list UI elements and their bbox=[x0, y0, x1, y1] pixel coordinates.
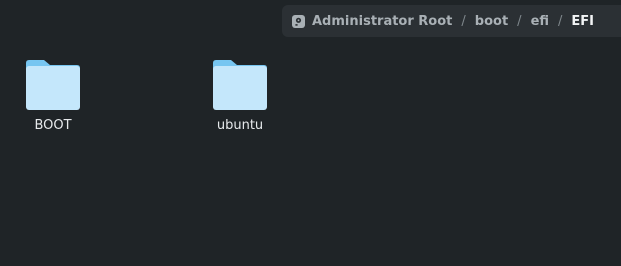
breadcrumb-item-efi[interactable]: efi bbox=[531, 14, 549, 29]
file-name: ubuntu bbox=[216, 118, 264, 133]
file-item-ubuntu[interactable]: ubuntu bbox=[190, 59, 290, 133]
file-name: BOOT bbox=[34, 118, 72, 133]
breadcrumb-item-EFI-current[interactable]: EFI bbox=[571, 14, 594, 29]
breadcrumb-item-boot[interactable]: boot bbox=[475, 14, 508, 29]
breadcrumb-separator: / bbox=[558, 13, 563, 29]
breadcrumb-separator: / bbox=[517, 13, 522, 29]
file-item-boot[interactable]: BOOT bbox=[3, 59, 103, 133]
breadcrumb-separator: / bbox=[461, 13, 466, 29]
folder-icon bbox=[26, 60, 80, 110]
breadcrumb: Administrator Root / boot / efi / EFI bbox=[282, 5, 621, 37]
drive-icon bbox=[291, 14, 306, 29]
folder-icon bbox=[213, 60, 267, 110]
file-manager-view: Administrator Root / boot / efi / EFI BO… bbox=[0, 0, 621, 266]
breadcrumb-item-administrator-root[interactable]: Administrator Root bbox=[312, 14, 452, 29]
